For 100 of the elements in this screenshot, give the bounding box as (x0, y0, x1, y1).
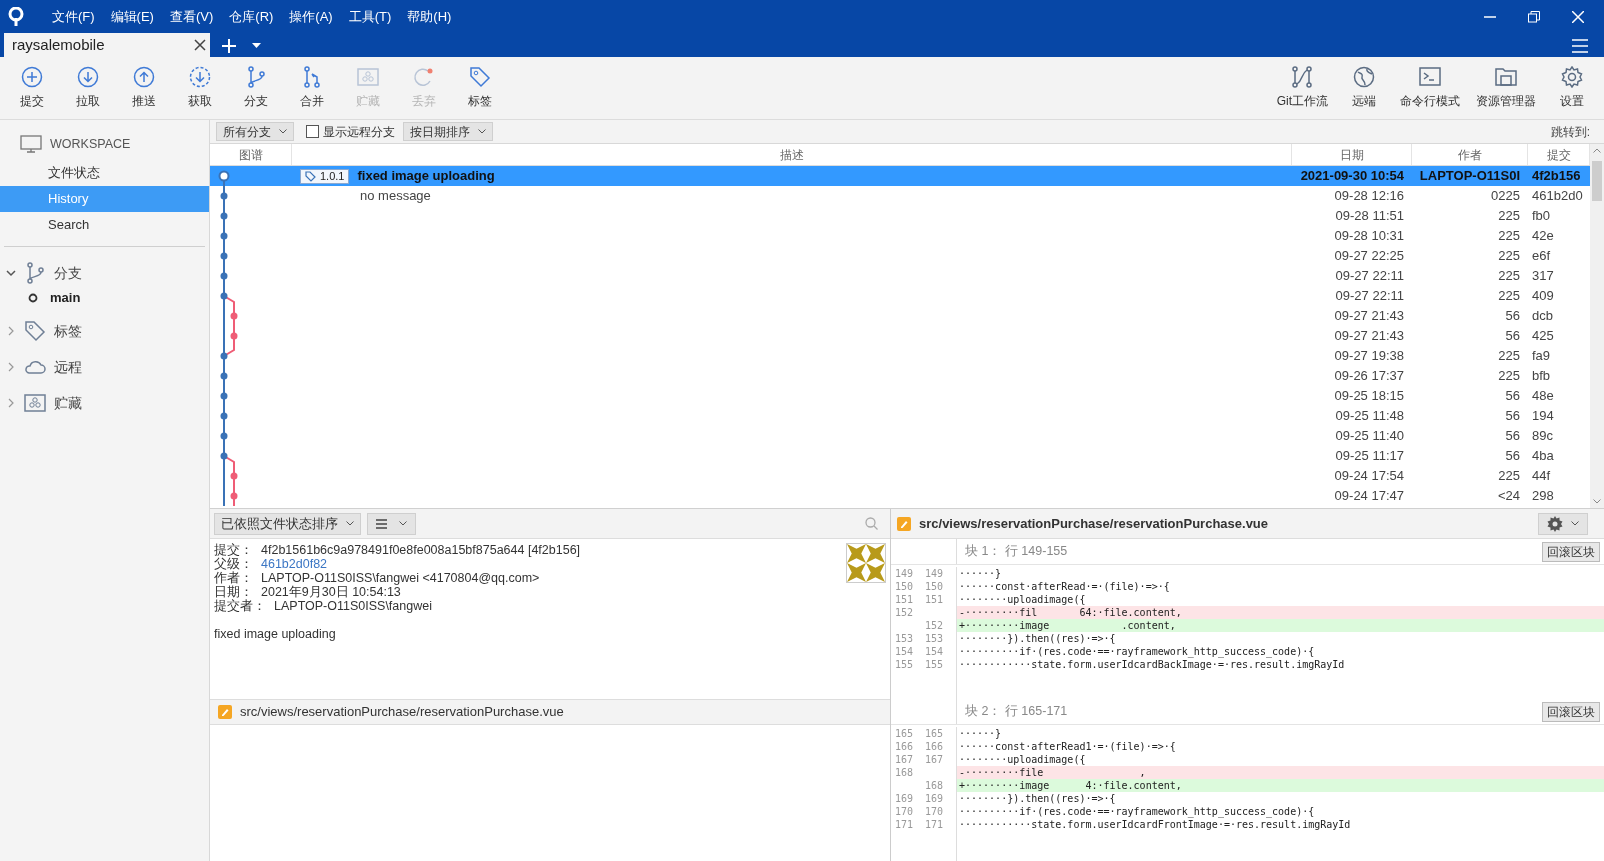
monitor-icon (20, 135, 42, 153)
column-header[interactable]: 作者 (1412, 144, 1528, 165)
field-label: 父级： (214, 557, 253, 571)
menu-item[interactable]: 操作(A) (289, 6, 333, 27)
chevron-down-icon[interactable] (6, 268, 16, 278)
chevron-right-icon[interactable] (6, 398, 16, 408)
add-tab-icon[interactable] (222, 39, 236, 53)
commit-row[interactable]: 09-27 22:11 225 317 (210, 266, 1590, 286)
column-header[interactable]: 描述 (292, 144, 1292, 165)
branch-icon (24, 262, 46, 284)
revert-hunk-button[interactable]: 回滚区块 (1542, 701, 1600, 722)
settings-icon (1547, 515, 1563, 532)
section-heading[interactable]: 标签 (54, 320, 82, 342)
file-sort-dropdown[interactable]: 已依照文件状态排序 (214, 512, 361, 535)
commit-row[interactable]: 1.0.1 fixed image uploading 2021-09-30 10:54 LAPTOP-O11S0I 4f2b156 (210, 166, 1590, 186)
line-number: 165 (924, 727, 945, 740)
revert-hunk-button[interactable]: 回滚区块 (1542, 541, 1600, 562)
menu-item[interactable]: 编辑(E) (110, 6, 154, 27)
commit-row[interactable]: 09-25 11:48 56 194 (210, 406, 1590, 426)
field-label: 日期： (214, 585, 253, 599)
close-icon[interactable] (194, 39, 206, 51)
toolbar-button[interactable]: 命令行模式 (1392, 60, 1468, 116)
sort-dropdown[interactable]: 按日期排序 (403, 122, 493, 141)
menu-item[interactable]: 查看(V) (169, 6, 214, 27)
menu-item[interactable]: 文件(F) (52, 6, 95, 27)
commit-row[interactable]: 09-26 17:37 225 bfb (210, 366, 1590, 386)
author-cell-text: 56 (1504, 387, 1521, 406)
menu-item[interactable]: 工具(T) (348, 6, 392, 27)
column-header[interactable]: 日期 (1292, 144, 1412, 165)
dropdown-caret-icon[interactable] (252, 43, 261, 49)
line-number: 166 (894, 740, 915, 753)
commit-row[interactable]: no message 09-28 12:16 0225 461b2d0 (210, 186, 1590, 206)
commit-row[interactable]: 09-28 10:31 225 42e (210, 226, 1590, 246)
section-heading[interactable]: 远程 (54, 356, 82, 378)
toolbar-button[interactable]: 推送 (116, 60, 172, 116)
commit-row[interactable]: 09-25 11:40 56 89c (210, 426, 1590, 446)
column-header[interactable]: 图谱 (210, 144, 292, 165)
field-value: LAPTOP-O11S0ISS\fangwei (274, 599, 432, 613)
sidebar-item[interactable]: Search (0, 212, 209, 238)
code-line: ············state.form.userIdcardBackImage·=·res.result.imgRayId (958, 658, 1346, 671)
view-mode-dropdown[interactable] (367, 512, 416, 535)
menu-item[interactable]: 帮助(H) (407, 6, 452, 27)
code-line: ··········if·(res.code·==·rayframework_http_success_code)·{ (958, 645, 1316, 658)
restore-icon[interactable] (1528, 10, 1540, 23)
toolbar-button[interactable]: Git工作流 (1268, 60, 1336, 116)
field-label: 作者： (214, 571, 253, 585)
commit-row[interactable]: 09-27 22:11 225 409 (210, 286, 1590, 306)
commit-dot (220, 372, 228, 380)
code-line: ······const·afterRead1·=·(file)·=>·{ (958, 740, 1177, 753)
file-list-item[interactable]: src/views/reservationPurchase/reservationPurchase.vue (210, 699, 890, 725)
parent-link[interactable]: 461b2d0f82 (261, 557, 328, 571)
author-cell-text: 56 (1504, 307, 1521, 326)
toolbar-button[interactable]: 远端 (1336, 60, 1392, 116)
toolbar-button[interactable]: 获取 (172, 60, 228, 116)
branch-name[interactable]: main (50, 288, 81, 308)
scroll-down-icon[interactable] (1593, 499, 1601, 504)
scrollbar-thumb[interactable] (1592, 161, 1602, 201)
sidebar-item[interactable]: 文件状态 (0, 160, 209, 186)
chevron-right-icon[interactable] (6, 362, 16, 372)
toolbar-button[interactable]: 设置 (1544, 60, 1600, 116)
commit-row[interactable]: 09-28 11:51 225 fb0 (210, 206, 1590, 226)
commit-row[interactable]: 09-27 19:38 225 fa9 (210, 346, 1590, 366)
commit-message: fixed image uploading (214, 627, 337, 641)
chevron-right-icon[interactable] (6, 326, 16, 336)
toolbar-button[interactable]: 分支 (228, 60, 284, 116)
line-number: 170 (894, 805, 915, 818)
commit-row[interactable]: 09-25 11:17 56 4ba (210, 446, 1590, 466)
commit-row[interactable]: 09-27 21:43 56 dcb (210, 306, 1590, 326)
commit-row[interactable]: 09-25 18:15 56 48e (210, 386, 1590, 406)
repository-tab[interactable]: raysalemobile (4, 33, 210, 57)
line-number: 170 (924, 805, 945, 818)
toolbar-button[interactable]: 标签 (452, 60, 508, 116)
toolbar-button[interactable]: 合并 (284, 60, 340, 116)
fetch-icon (189, 66, 211, 88)
checkbox[interactable] (306, 125, 319, 138)
commit-hash-cell-text: fb0 (1531, 207, 1552, 226)
line-number: 154 (924, 645, 945, 658)
branch-filter-dropdown[interactable]: 所有分支 (216, 122, 294, 141)
commit-row[interactable]: 09-27 21:43 56 425 (210, 326, 1590, 346)
commit-row[interactable]: 09-27 22:25 225 e6f (210, 246, 1590, 266)
commit-row[interactable]: 09-24 17:47 <24 298 (210, 486, 1590, 506)
line-number: 149 (894, 567, 915, 580)
diff-settings-button[interactable] (1538, 512, 1588, 535)
toolbar-button[interactable]: 提交 (4, 60, 60, 116)
scroll-up-icon[interactable] (1593, 148, 1601, 153)
section-heading[interactable]: 贮藏 (54, 392, 82, 414)
field-value: 4f2b1561b6c9a978491f0e8fe008a15bf875a644 [4f2b156] (261, 543, 581, 557)
line-number: 169 (894, 792, 915, 805)
toolbar-button[interactable]: 拉取 (60, 60, 116, 116)
folder-icon (1495, 66, 1517, 88)
date-cell-text: 09-28 10:31 (1333, 227, 1405, 246)
commit-hash-cell-text: fa9 (1531, 347, 1552, 366)
menu-icon[interactable] (1572, 39, 1588, 53)
section-heading[interactable]: 分支 (54, 262, 82, 284)
commit-message: no message (359, 187, 431, 206)
commit-row[interactable]: 09-24 17:54 225 44f (210, 466, 1590, 486)
merge-icon (301, 66, 323, 88)
line-number: 155 (924, 658, 945, 671)
toolbar-button[interactable]: 资源管理器 (1468, 60, 1544, 116)
menu-item[interactable]: 仓库(R) (229, 6, 274, 27)
